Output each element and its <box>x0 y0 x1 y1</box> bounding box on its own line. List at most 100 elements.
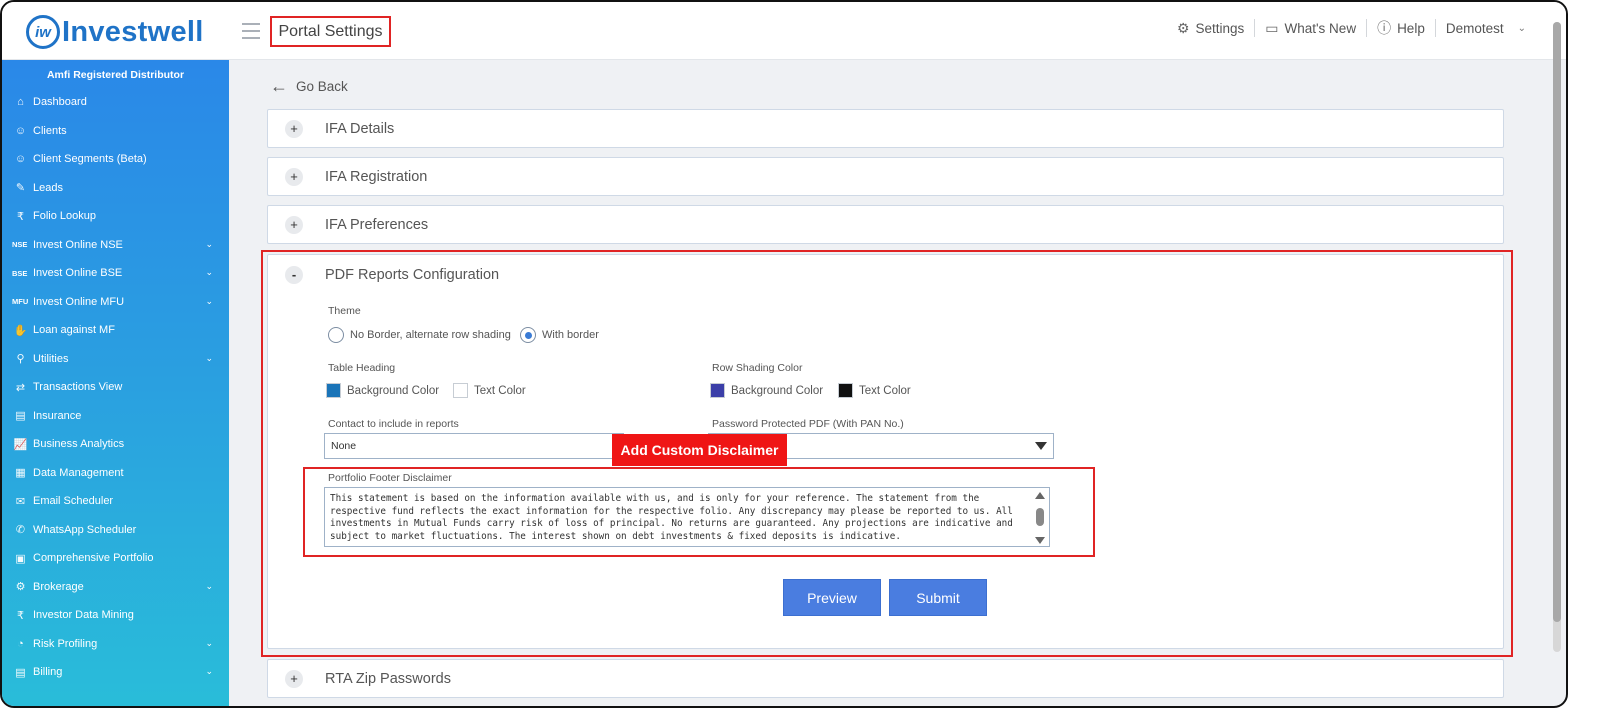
user-menu[interactable]: Demotest ⌄ <box>1436 19 1536 37</box>
chevron-down-icon: ⌄ <box>205 267 213 277</box>
folio-icon: ₹ <box>17 210 24 223</box>
section-label: IFA Registration <box>325 168 428 185</box>
sidebar-item-comprehensive-portfolio[interactable]: ▣ Comprehensive Portfolio <box>2 544 229 573</box>
annotation-callout: Add Custom Disclaimer <box>612 434 787 466</box>
sidebar-item-label: Invest Online MFU <box>33 295 125 308</box>
chevron-down-icon: ⌄ <box>1517 22 1526 34</box>
sidebar-item-label: Brokerage <box>33 580 84 593</box>
segments-icon: ☺ <box>14 153 27 166</box>
preview-button[interactable]: Preview <box>783 579 881 616</box>
sidebar-item-label: WhatsApp Scheduler <box>33 523 137 536</box>
sidebar-item-invest-online-mfu[interactable]: MFU Invest Online MFU ⌄ <box>2 288 229 317</box>
row-shading-bg-color[interactable]: Background Color <box>710 383 823 398</box>
sidebar-item-label: Business Analytics <box>33 438 125 451</box>
home-icon: ⌂ <box>17 96 24 109</box>
swatch-label: Text Color <box>474 384 526 397</box>
sidebar-item-whatsapp-scheduler[interactable]: ✆ WhatsApp Scheduler <box>2 516 229 545</box>
color-swatch[interactable] <box>710 383 725 398</box>
whatsapp-icon: ✆ <box>15 524 26 537</box>
radio-with-border[interactable] <box>520 327 536 343</box>
leads-icon: ✎ <box>15 182 26 195</box>
sidebar-item-label: Data Management <box>33 466 124 479</box>
contact-value: None <box>331 440 357 452</box>
sidebar-item-label: Clients <box>33 124 67 137</box>
section-rta-zip-passwords[interactable]: + RTA Zip Passwords <box>267 659 1504 698</box>
top-header: iw Investwell Portal Settings ⚙ Settings… <box>2 2 1566 60</box>
table-heading-label: Table Heading <box>328 362 396 374</box>
sidebar-item-insurance[interactable]: ▤ Insurance <box>2 402 229 431</box>
nse-icon: NSE <box>12 240 28 250</box>
sidebar-item-label: Invest Online BSE <box>33 267 123 280</box>
swatch-label: Background Color <box>731 384 824 397</box>
email-icon: ✉ <box>15 495 26 508</box>
help-label: Help <box>1397 20 1425 36</box>
color-swatch[interactable] <box>326 383 341 398</box>
page-scrollbar[interactable] <box>1551 22 1563 652</box>
sidebar-item-label: Billing <box>33 666 63 679</box>
sidebar-item-billing[interactable]: ▤ Billing ⌄ <box>2 658 229 687</box>
sidebar-item-label: Utilities <box>33 352 69 365</box>
go-back-link[interactable]: ← Go Back <box>270 76 348 97</box>
sidebar-item-clients[interactable]: ☺ Clients <box>2 117 229 146</box>
sidebar-item-investor-data-mining[interactable]: ₹ Investor Data Mining <box>2 601 229 630</box>
sidebar-item-label: Risk Profiling <box>33 637 98 650</box>
settings-link[interactable]: ⚙ Settings <box>1167 19 1256 37</box>
sidebar-item-business-analytics[interactable]: 📈 Business Analytics <box>2 430 229 459</box>
table-heading-bg-color[interactable]: Background Color <box>326 383 439 398</box>
analytics-icon: 📈 <box>13 438 28 451</box>
submit-button[interactable]: Submit <box>889 579 987 616</box>
sidebar-item-label: Folio Lookup <box>33 210 96 223</box>
sidebar-item-data-management[interactable]: ▦ Data Management <box>2 459 229 488</box>
section-ifa-registration[interactable]: + IFA Registration <box>267 157 1504 196</box>
color-swatch[interactable] <box>838 383 853 398</box>
expand-icon[interactable]: + <box>285 167 303 186</box>
table-heading-text-color[interactable]: Text Color <box>453 383 526 398</box>
sidebar-item-email-scheduler[interactable]: ✉ Email Scheduler <box>2 487 229 516</box>
sidebar-item-client-segments-beta[interactable]: ☺ Client Segments (Beta) <box>2 145 229 174</box>
contact-label: Contact to include in reports <box>328 418 459 430</box>
logo-text: Investwell <box>62 15 204 48</box>
section-label: IFA Details <box>325 120 395 137</box>
sidebar-item-risk-profiling[interactable]: ◔ Risk Profiling ⌄ <box>2 630 229 659</box>
expand-icon[interactable]: + <box>285 215 303 234</box>
hamburger-menu-icon[interactable] <box>242 23 260 39</box>
portfolio-icon: ▣ <box>15 552 26 565</box>
section-ifa-details[interactable]: + IFA Details <box>267 109 1504 148</box>
theme-option-with-border[interactable]: With border <box>520 327 599 343</box>
theme-option-no-border[interactable]: No Border, alternate row shading <box>328 327 511 343</box>
section-label: RTA Zip Passwords <box>325 670 451 687</box>
expand-icon[interactable]: + <box>285 119 303 138</box>
highlight-disclaimer <box>303 467 1095 557</box>
loan-icon: ✋ <box>13 324 28 337</box>
theme-label: Theme <box>328 305 361 317</box>
color-swatch[interactable] <box>453 383 468 398</box>
sidebar-item-invest-online-nse[interactable]: NSE Invest Online NSE ⌄ <box>2 231 229 260</box>
sidebar-item-folio-lookup[interactable]: ₹ Folio Lookup <box>2 202 229 231</box>
sidebar-item-transactions-view[interactable]: ⇄ Transactions View <box>2 373 229 402</box>
radio-no-border[interactable] <box>328 327 344 343</box>
gear-icon: ⚙ <box>1176 19 1190 36</box>
sidebar-item-label: Client Segments (Beta) <box>33 153 147 166</box>
sidebar-item-label: Loan against MF <box>33 324 115 337</box>
password-pdf-label: Password Protected PDF (With PAN No.) <box>712 418 904 430</box>
sidebar-item-brokerage[interactable]: ⚙ Brokerage ⌄ <box>2 573 229 602</box>
row-shading-text-color[interactable]: Text Color <box>838 383 911 398</box>
arrow-left-icon: ← <box>270 76 288 96</box>
help-link[interactable]: ⓘ Help <box>1367 19 1436 37</box>
sidebar-item-label: Transactions View <box>33 381 123 394</box>
whats-new-link[interactable]: ▭ What's New <box>1255 19 1368 37</box>
sidebar-item-loan-against-mf[interactable]: ✋ Loan against MF <box>2 316 229 345</box>
sidebar-item-leads[interactable]: ✎ Leads <box>2 174 229 203</box>
page-title: Portal Settings <box>270 16 391 47</box>
dropdown-arrow-icon <box>1035 442 1047 450</box>
expand-icon[interactable]: + <box>285 669 303 688</box>
scroll-thumb[interactable] <box>1553 22 1561 622</box>
contact-select[interactable]: None <box>324 433 624 459</box>
sidebar-item-invest-online-bse[interactable]: BSE Invest Online BSE ⌄ <box>2 259 229 288</box>
investwell-logo[interactable]: iw Investwell <box>26 15 204 49</box>
sidebar-item-label: Dashboard <box>33 96 87 109</box>
sidebar-item-utilities[interactable]: ⚲ Utilities ⌄ <box>2 345 229 374</box>
chevron-down-icon: ⌄ <box>205 352 213 363</box>
sidebar-item-dashboard[interactable]: ⌂ Dashboard <box>2 88 229 117</box>
section-ifa-preferences[interactable]: + IFA Preferences <box>267 205 1504 244</box>
